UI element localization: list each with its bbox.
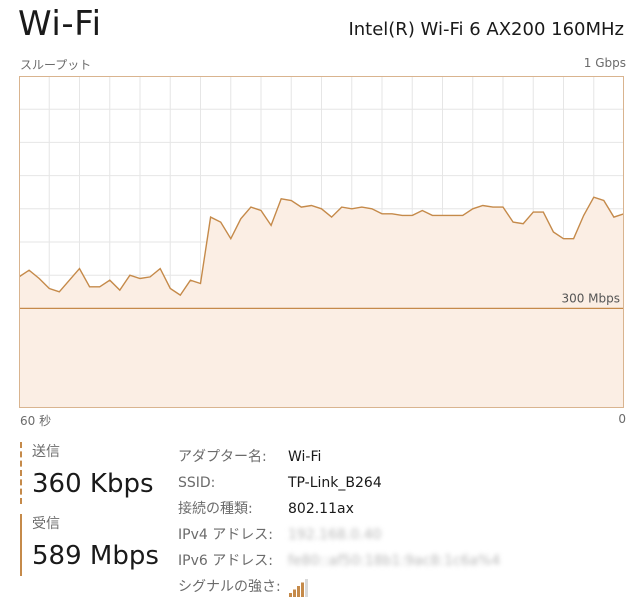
info-row-ssid: SSID: TP-Link_B264 — [178, 470, 500, 496]
adapter-name-value: Wi-Fi — [288, 449, 322, 465]
info-row-adapter-name: アダプター名: Wi-Fi — [178, 444, 500, 470]
ipv6-label: IPv6 アドレス: — [178, 553, 273, 569]
x-axis-end-label: 0 — [618, 412, 626, 426]
ipv4-label: IPv4 アドレス: — [178, 527, 273, 543]
signal-bar — [301, 582, 304, 597]
reference-line-label: 300 Mbps — [561, 291, 620, 305]
signal-strength-label: シグナルの強さ: — [178, 579, 281, 595]
info-row-ipv4: IPv4 アドレス: 192.168.0.40 — [178, 522, 500, 548]
throughput-max-label: 1 Gbps — [583, 56, 626, 70]
signal-bar — [289, 593, 292, 597]
receive-label: 受信 — [32, 516, 60, 532]
receive-value: 589 Mbps — [32, 541, 159, 571]
connection-type-label: 接続の種類: — [178, 501, 253, 517]
signal-bar — [293, 589, 296, 597]
page-title: Wi-Fi — [18, 4, 102, 44]
ssid-value: TP-Link_B264 — [288, 475, 382, 491]
adapter-info: アダプター名: Wi-Fi SSID: TP-Link_B264 接続の種類: … — [178, 444, 500, 600]
ipv4-value: 192.168.0.40 — [288, 527, 382, 543]
connection-type-value: 802.11ax — [288, 501, 354, 517]
adapter-name-label: アダプター名: — [178, 449, 267, 465]
throughput-chart: 300 Mbps — [19, 76, 624, 408]
signal-bar — [297, 586, 300, 597]
receive-stat[interactable]: 受信 589 Mbps — [20, 514, 159, 576]
x-axis-start-label: 60 秒 — [20, 414, 52, 428]
signal-bars-icon — [289, 579, 308, 597]
info-row-connection-type: 接続の種類: 802.11ax — [178, 496, 500, 522]
throughput-axis-label: スループット — [20, 58, 92, 72]
send-value: 360 Kbps — [32, 469, 154, 499]
signal-bar — [305, 579, 308, 597]
info-row-ipv6: IPv6 アドレス: fe80::af50:18b1:9ac8:1c6a%4 — [178, 548, 500, 574]
info-row-signal: シグナルの強さ: — [178, 574, 500, 600]
send-label: 送信 — [32, 444, 60, 460]
ssid-label: SSID: — [178, 475, 216, 491]
send-stat[interactable]: 送信 360 Kbps — [20, 442, 154, 504]
adapter-model: Intel(R) Wi-Fi 6 AX200 160MHz — [348, 19, 624, 40]
ipv6-value: fe80::af50:18b1:9ac8:1c6a%4 — [288, 553, 501, 569]
